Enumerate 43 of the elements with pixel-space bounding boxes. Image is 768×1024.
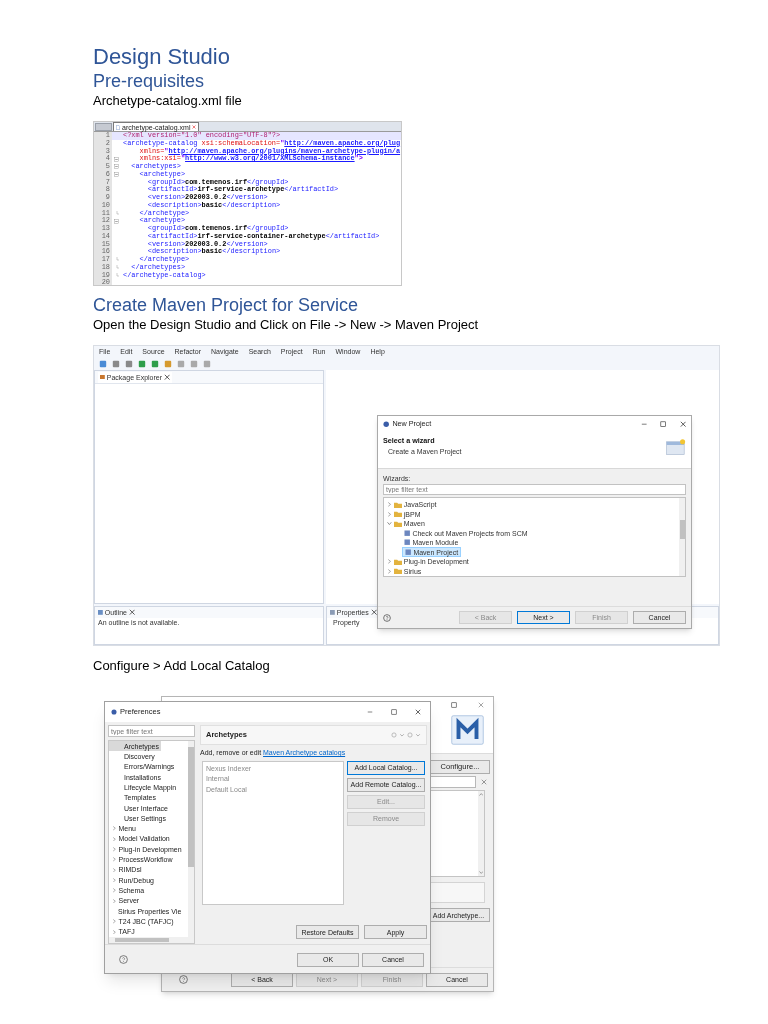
editor-tab[interactable] (95, 123, 112, 131)
close-icon[interactable] (415, 709, 421, 715)
app-icon (383, 420, 390, 428)
minimize-icon[interactable] (367, 709, 373, 715)
scrollbar[interactable] (679, 498, 685, 576)
collapse-icon (114, 218, 119, 224)
collapse-icon (114, 156, 119, 162)
close-icon[interactable] (679, 420, 686, 428)
wizard-banner-icon (665, 437, 686, 457)
properties-icon (330, 610, 335, 615)
file-icon (116, 124, 120, 130)
scrollbar-thumb[interactable] (679, 520, 685, 539)
help-icon[interactable] (119, 955, 128, 964)
scroll-up-icon[interactable] (478, 793, 484, 796)
section-heading: Pre-requisites (93, 70, 205, 92)
scrollbar[interactable] (478, 791, 484, 876)
paragraph: Configure > Add Local Catalog (93, 657, 270, 675)
maximize-icon[interactable] (391, 709, 397, 715)
maximize-icon[interactable] (660, 420, 667, 428)
maximize-icon[interactable] (451, 701, 457, 708)
close-icon[interactable] (370, 609, 378, 616)
scrollbar-thumb[interactable] (188, 747, 194, 867)
paragraph: Open the Design Studio and Click on File -> New -> Maven Project (93, 316, 479, 334)
paragraph: Archetype-catalog.xml file (93, 92, 242, 110)
close-icon[interactable] (129, 609, 136, 616)
collapse-icon (114, 164, 119, 170)
text-area[interactable] (428, 882, 485, 903)
scrollbar[interactable] (188, 741, 194, 937)
maven-logo-icon (451, 715, 484, 745)
help-icon[interactable] (179, 975, 188, 984)
text-field[interactable] (428, 776, 476, 788)
close-icon[interactable] (164, 373, 171, 381)
fold-end-icon (114, 210, 119, 216)
scrollbar-thumb[interactable] (115, 938, 169, 942)
scrollbar[interactable] (109, 937, 194, 943)
scroll-down-icon[interactable] (478, 871, 484, 874)
app-icon (111, 709, 117, 715)
document-title: Design Studio (93, 44, 230, 70)
collapse-icon (114, 172, 119, 178)
outline-icon (98, 610, 103, 615)
help-icon[interactable] (383, 613, 391, 622)
section-heading: Create Maven Project for Service (93, 294, 359, 316)
package-icon (100, 374, 105, 380)
